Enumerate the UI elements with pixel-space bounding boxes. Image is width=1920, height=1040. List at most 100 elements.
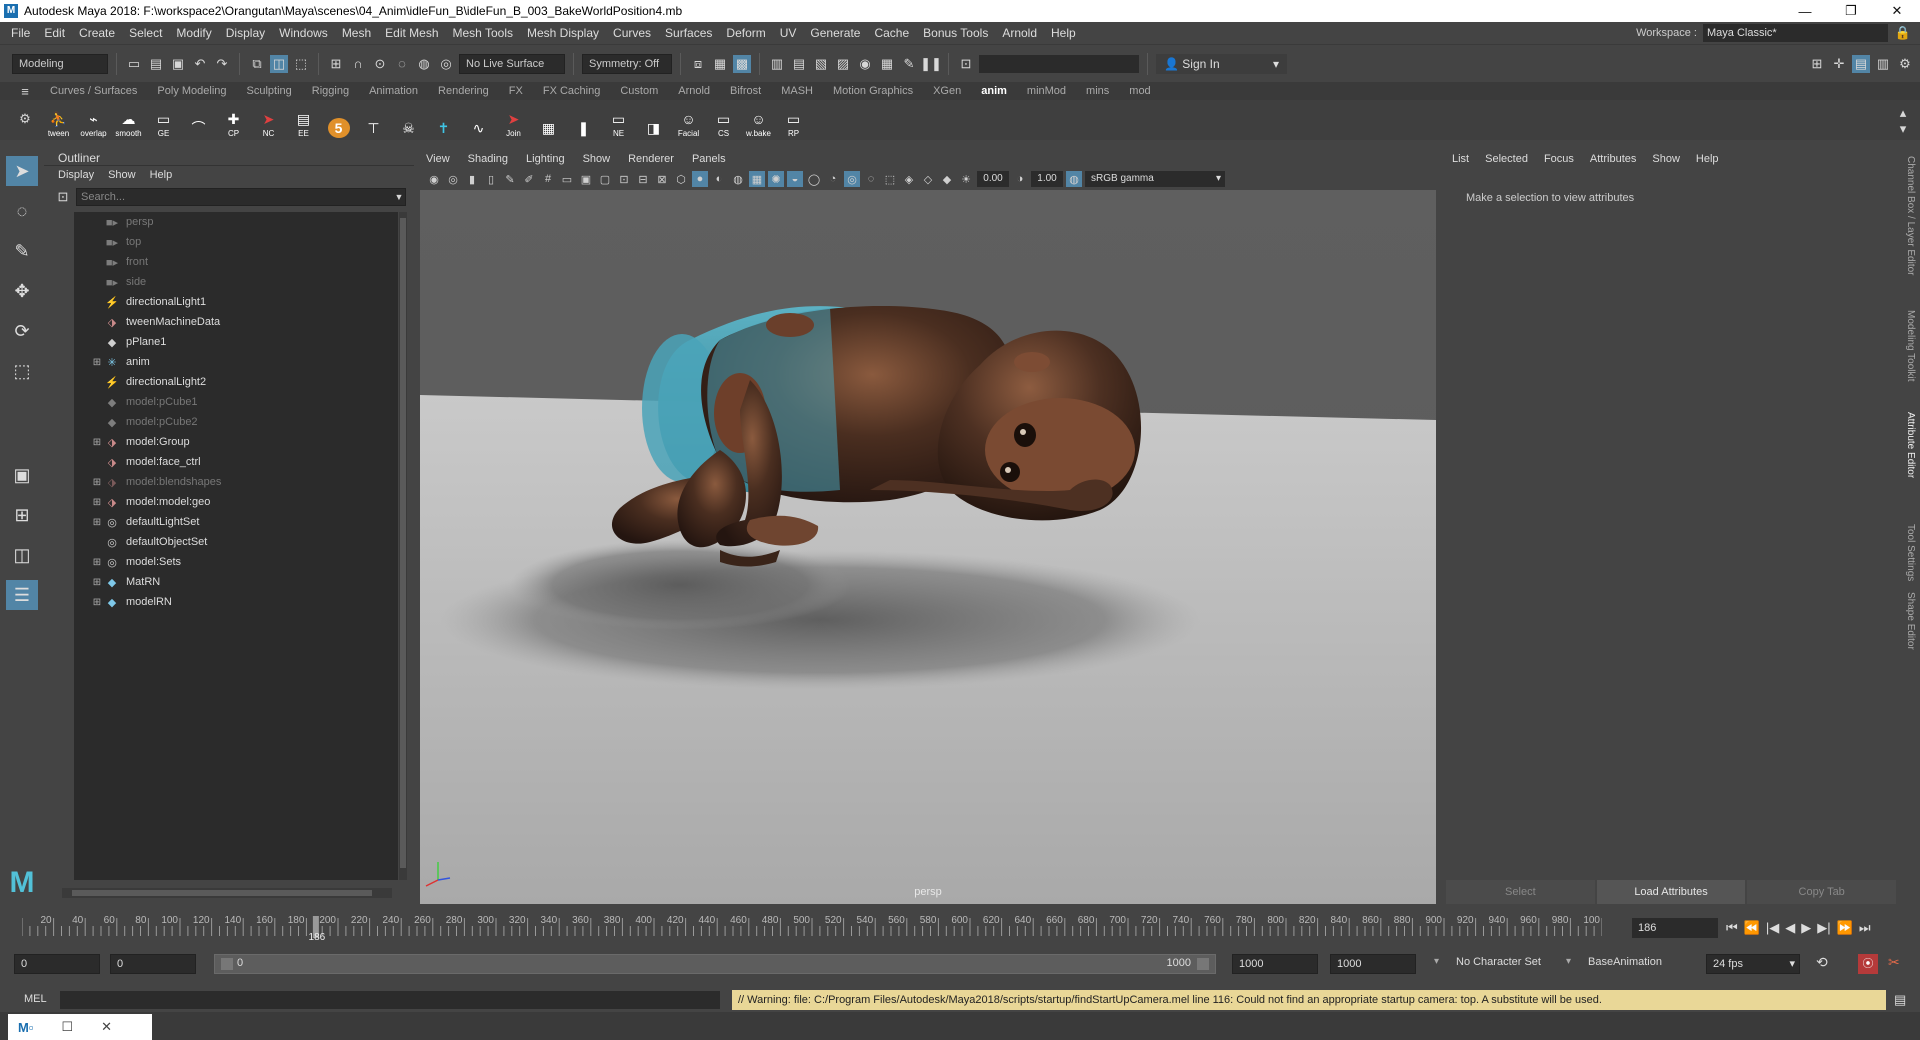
xray-joints-icon[interactable]: ◇ xyxy=(920,171,936,187)
snap-curve-icon[interactable]: ∩ xyxy=(349,55,367,73)
menu-create[interactable]: Create xyxy=(72,26,122,40)
exposure-field[interactable]: 0.00 xyxy=(977,171,1009,187)
playback-start-field[interactable]: 0 xyxy=(110,954,196,974)
go-to-start-icon[interactable]: ⏮ xyxy=(1726,920,1738,936)
outliner-item[interactable]: ⬗ tweenMachineData xyxy=(74,312,398,332)
outliner-scrollbar[interactable] xyxy=(399,212,407,880)
isolate-select-icon[interactable]: ⬚ xyxy=(882,171,898,187)
ipr-render-icon[interactable]: ▥ xyxy=(768,55,786,73)
step-back-frame-icon[interactable]: |◀ xyxy=(1766,920,1779,936)
shelf-tab-rendering[interactable]: Rendering xyxy=(428,85,499,97)
shelf-button-tween[interactable]: ⛹ tween xyxy=(42,102,75,139)
channel-box-toggle-icon[interactable]: ⚙ xyxy=(1896,55,1914,73)
go-to-end-icon[interactable]: ⏭ xyxy=(1859,920,1871,936)
outliner-hscrollbar[interactable] xyxy=(62,888,392,898)
select-hierarchy-icon[interactable]: ⧉ xyxy=(248,55,266,73)
outliner-item[interactable]: ◎ defaultObjectSet xyxy=(74,532,398,552)
arnold-tool-icon[interactable]: ✎ xyxy=(900,55,918,73)
restore-button[interactable]: ❐ xyxy=(1828,3,1874,19)
shelf-button-rp[interactable]: ▭ RP xyxy=(777,102,810,139)
side-tab-shape-editor[interactable]: Shape Editor xyxy=(1905,592,1916,650)
viewport-menu-renderer[interactable]: Renderer xyxy=(628,153,674,165)
exposure-icon[interactable]: ☀ xyxy=(958,171,974,187)
script-language-label[interactable]: MEL xyxy=(24,993,47,1005)
shelf-tab-fx[interactable]: FX xyxy=(499,85,533,97)
ae-menu-show[interactable]: Show xyxy=(1652,153,1680,165)
step-forward-key-icon[interactable]: ⏩ xyxy=(1837,920,1853,936)
select-button[interactable]: Select xyxy=(1446,880,1595,904)
menu-surfaces[interactable]: Surfaces xyxy=(658,26,719,40)
undo-icon[interactable]: ↶ xyxy=(191,55,209,73)
safe-action-icon[interactable]: ⊟ xyxy=(635,171,651,187)
shelf-tab-poly-modeling[interactable]: Poly Modeling xyxy=(147,85,236,97)
fps-dropdown[interactable]: 24 fps ▾ xyxy=(1706,954,1800,974)
outliner-item[interactable]: ⬗ model:face_ctrl xyxy=(74,452,398,472)
ae-menu-attributes[interactable]: Attributes xyxy=(1590,153,1636,165)
shelf-tab-curves-surfaces[interactable]: Curves / Surfaces xyxy=(40,85,147,97)
render-view-icon[interactable]: ▦ xyxy=(711,55,729,73)
expand-icon[interactable]: ⊞ xyxy=(90,497,104,508)
xray-icon[interactable]: ◈ xyxy=(901,171,917,187)
move-tool-icon[interactable]: ✥ xyxy=(6,276,38,306)
outliner-search-input[interactable]: Search... xyxy=(76,188,406,206)
shelf-tab-anim[interactable]: anim xyxy=(971,85,1017,97)
open-scene-icon[interactable]: ▤ xyxy=(147,55,165,73)
shelf-tab-animation[interactable]: Animation xyxy=(359,85,428,97)
outliner-item[interactable]: ⚡ directionalLight2 xyxy=(74,372,398,392)
shelf-button-smooth[interactable]: ☁ smooth xyxy=(112,102,145,139)
playback-end-field[interactable]: 1000 xyxy=(1232,954,1318,974)
load-attributes-button[interactable]: Load Attributes xyxy=(1596,880,1746,904)
menu-uv[interactable]: UV xyxy=(773,26,804,40)
step-forward-frame-icon[interactable]: ▶| xyxy=(1817,920,1830,936)
shelf-button-ne[interactable]: ▭ NE xyxy=(602,102,635,139)
shelf-tab-motion-graphics[interactable]: Motion Graphics xyxy=(823,85,923,97)
loop-icon[interactable]: ⟲ xyxy=(1816,954,1828,971)
ae-menu-list[interactable]: List xyxy=(1452,153,1469,165)
depth-of-field-icon[interactable]: ◌ xyxy=(863,171,879,187)
shelf-button-cross[interactable]: ✝ xyxy=(427,102,460,138)
gamma-field[interactable]: 1.00 xyxy=(1031,171,1063,187)
outliner-item[interactable]: ⊞ ◎ defaultLightSet xyxy=(74,512,398,532)
four-view-icon[interactable]: ⊞ xyxy=(6,500,38,530)
snap-point-icon[interactable]: ⊙ xyxy=(371,55,389,73)
menu-cache[interactable]: Cache xyxy=(867,26,916,40)
start-time-field[interactable]: 0 xyxy=(14,954,100,974)
search-dropdown-icon[interactable]: ▼ xyxy=(390,188,408,206)
outliner-item[interactable]: ⊞ ⬗ model:model:geo xyxy=(74,492,398,512)
menu-deform[interactable]: Deform xyxy=(719,26,772,40)
shelf-tab-mod[interactable]: mod xyxy=(1119,85,1160,97)
shelf-tab-custom[interactable]: Custom xyxy=(610,85,668,97)
range-handle[interactable]: 0 1000 xyxy=(214,954,1216,974)
workspace-dropdown[interactable]: Maya Classic* xyxy=(1703,24,1888,42)
menu-arnold[interactable]: Arnold xyxy=(995,26,1044,40)
shelf-tab-bifrost[interactable]: Bifrost xyxy=(720,85,771,97)
close-icon[interactable]: ✕ xyxy=(101,1019,112,1035)
symmetry-dropdown[interactable]: Symmetry: Off xyxy=(582,53,672,74)
outliner-item[interactable]: ⊞ ⬗ model:Group xyxy=(74,432,398,452)
menu-edit-mesh[interactable]: Edit Mesh xyxy=(378,26,445,40)
select-object-icon[interactable]: ◫ xyxy=(270,54,288,73)
snap-together-icon[interactable]: ◎ xyxy=(437,55,455,73)
menu-modify[interactable]: Modify xyxy=(169,26,218,40)
anim-layer-dropdown[interactable]: BaseAnimation xyxy=(1588,956,1662,968)
side-tab-tool-settings[interactable]: Tool Settings xyxy=(1905,524,1916,581)
gate-mask-icon[interactable]: ▢ xyxy=(597,171,613,187)
arnold-render-icon[interactable]: ◉ xyxy=(856,55,874,73)
scale-tool-icon[interactable]: ⬚ xyxy=(6,356,38,386)
paint-select-tool-icon[interactable]: ✎ xyxy=(6,236,38,266)
grease-pencil-icon[interactable]: ✐ xyxy=(521,171,537,187)
shelf-button-ge[interactable]: ▭ GE xyxy=(147,102,180,139)
film-gate-icon[interactable]: ▭ xyxy=(559,171,575,187)
menu-help[interactable]: Help xyxy=(1044,26,1083,40)
xray-components-icon[interactable]: ◆ xyxy=(939,171,955,187)
step-back-key-icon[interactable]: ⏪ xyxy=(1744,920,1760,936)
camera-attributes-icon[interactable]: ◎ xyxy=(445,171,461,187)
pause-render-icon[interactable]: ❚❚ xyxy=(920,55,942,73)
outliner-item[interactable]: ■▸ top xyxy=(74,232,398,252)
menu-mesh-tools[interactable]: Mesh Tools xyxy=(446,26,520,40)
hypershade-icon[interactable]: ▧ xyxy=(812,55,830,73)
outliner-item[interactable]: ◆ model:pCube1 xyxy=(74,392,398,412)
render-globals-icon[interactable]: ▨ xyxy=(834,55,852,73)
select-tool-icon[interactable]: ➤ xyxy=(6,156,38,186)
shelf-tab-mash[interactable]: MASH xyxy=(771,85,823,97)
